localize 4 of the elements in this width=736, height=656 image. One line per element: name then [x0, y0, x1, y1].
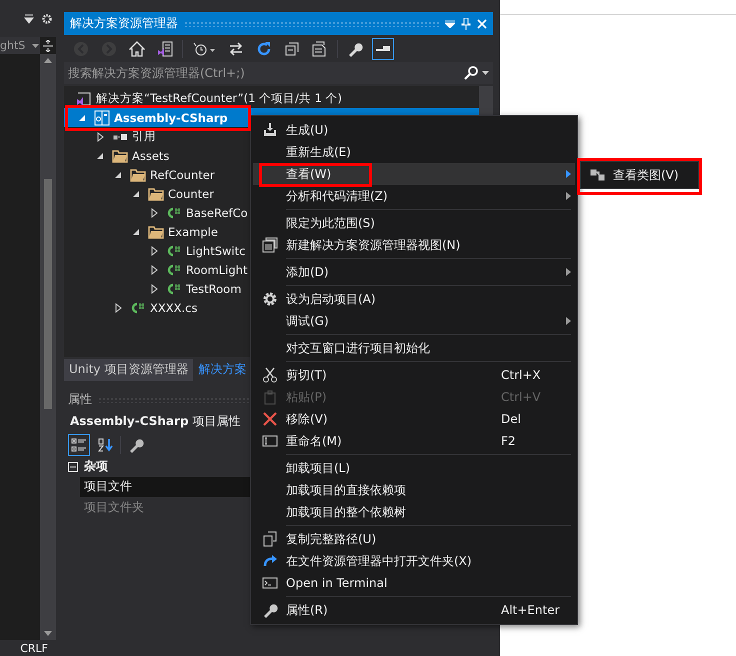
- status-text: CRLF: [20, 642, 48, 654]
- panel-title: 属性: [68, 391, 92, 408]
- properties-subject: Assembly-CSharp 项目属性: [70, 413, 240, 430]
- panel-title: 解决方案资源管理器: [70, 15, 178, 32]
